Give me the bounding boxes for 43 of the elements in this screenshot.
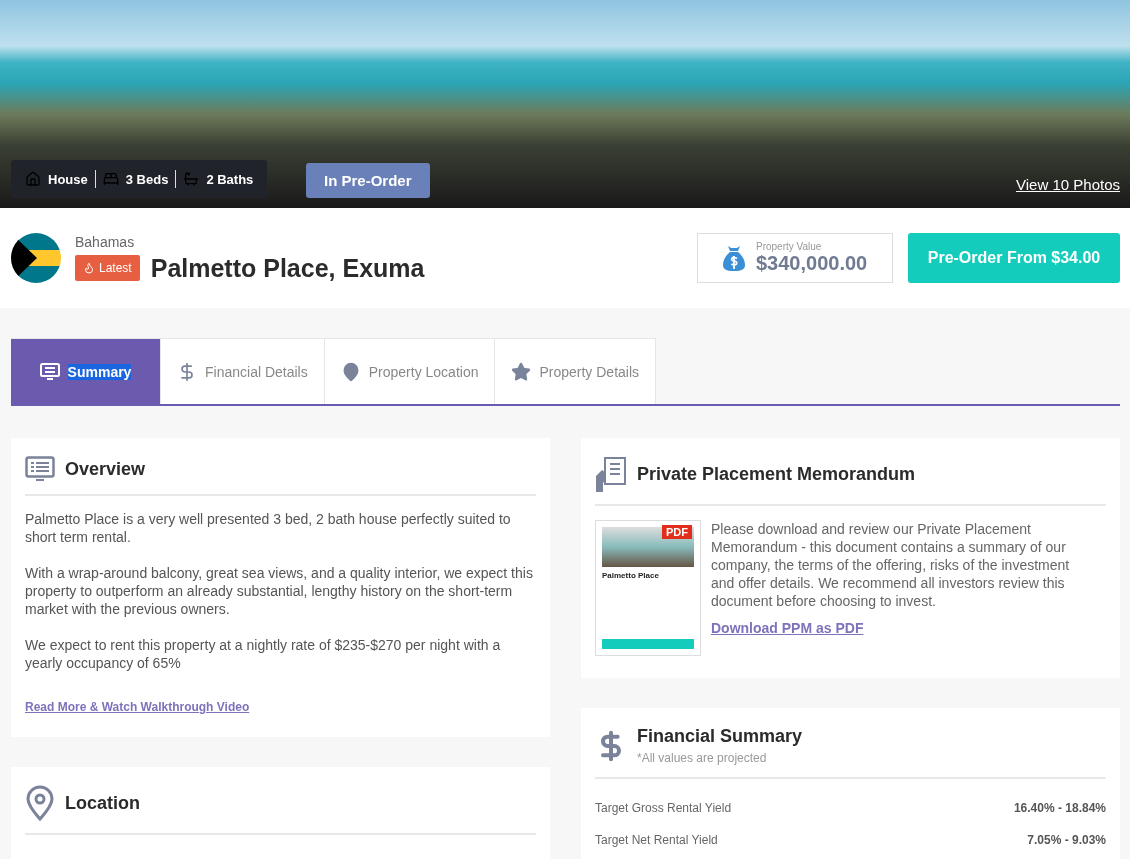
ppm-description: Please download and review our Private Placement Memorandum - this document contains a summary of our company, the terms of the offering, risks of the investment and offer details. We recommend all investors review this document before choosing to invest.: [711, 520, 1071, 610]
metric-label: Target Gross Rental Yield: [595, 801, 732, 815]
flag-icon: [11, 233, 61, 283]
document-title: Palmetto Place: [602, 571, 660, 580]
property-value: $340,000.00: [756, 252, 868, 275]
flame-icon: [83, 262, 95, 274]
pdf-badge: PDF: [662, 525, 692, 539]
bed-icon: [102, 171, 119, 187]
monitor-list-icon: [39, 362, 60, 381]
view-photos-link[interactable]: View 10 Photos: [1016, 176, 1120, 193]
tab[interactable]: Summary: [11, 338, 161, 404]
latest-tag: Latest: [75, 255, 140, 281]
status-badge: In Pre-Order: [306, 163, 430, 198]
bathtub-icon: [183, 171, 200, 187]
card-title: Financial Summary: [637, 726, 803, 747]
feature-label: House: [48, 171, 88, 187]
property-title: Palmetto Place, Exuma: [150, 253, 425, 283]
metric-value: 16.40% - 18.84%: [1013, 801, 1106, 815]
star-icon: [511, 361, 532, 382]
document-thumbnail[interactable]: PDF Palmetto Place: [595, 520, 701, 656]
read-more-link[interactable]: Read More & Watch Walkthrough Video: [25, 700, 250, 714]
tab[interactable]: Property Details: [495, 338, 657, 404]
tab[interactable]: Financial Details: [161, 338, 325, 404]
value-label: Property Value: [756, 241, 823, 252]
overview-paragraph: With a wrap-around balcony, great sea views, and a quality interior, we expect this property to outperform an already substantial, lengthy history on the short-term market with the previous owners.: [25, 564, 534, 618]
card-title: Overview: [65, 458, 146, 480]
card-title: Private Placement Memorandum: [637, 463, 916, 485]
map-pin-icon: [25, 785, 55, 821]
monitor-list-icon: [25, 456, 55, 482]
country-label: Bahamas: [75, 233, 136, 250]
metric-value: 7.05% - 9.03%: [1027, 833, 1106, 847]
tab[interactable]: Property Location: [324, 338, 496, 404]
download-link[interactable]: Download PPM as PDF: [711, 620, 864, 636]
metric-label: Target Net Rental Yield: [595, 833, 718, 847]
projection-note: *All values are projected: [637, 751, 768, 765]
overview-paragraph: We expect to rent this property at a nightly rate of $235-$270 per night with a yearly occupancy of 65%: [25, 636, 502, 672]
card-title: Location: [65, 792, 140, 814]
money-bag-icon: [722, 244, 746, 272]
hand-document-icon: [595, 456, 627, 492]
feature-label: 2 Baths: [206, 171, 254, 187]
overview-paragraph: Palmetto Place is a very well presented 3 bed, 2 bath house perfectly suited to short term rental.: [25, 510, 512, 546]
feature-label: 3 Beds: [125, 171, 169, 187]
house-icon: [25, 171, 41, 187]
